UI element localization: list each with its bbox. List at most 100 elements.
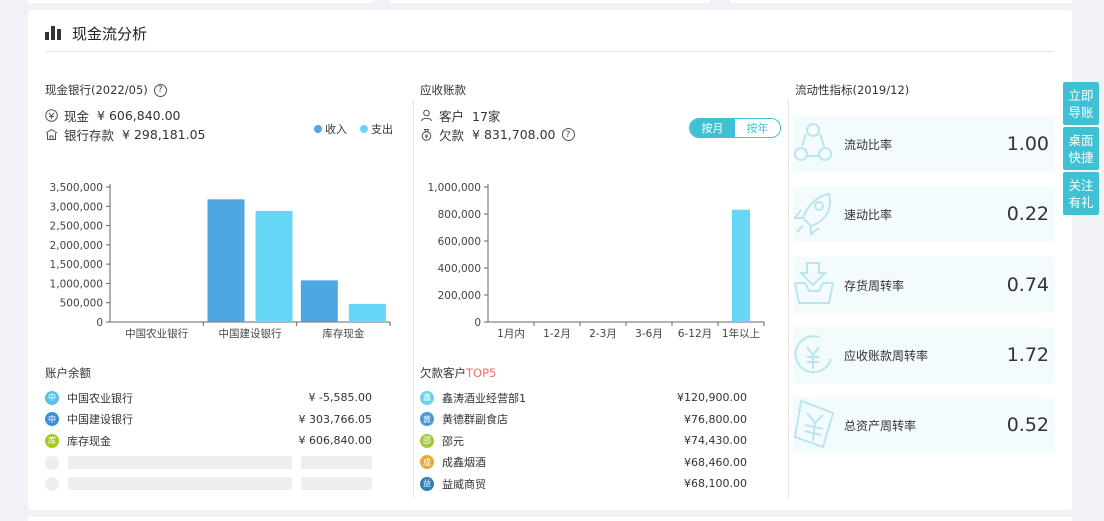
customer-row[interactable]: 黄 黄德群副食店 ¥76,800.00 <box>420 409 747 431</box>
cash-line: 现金 ¥ 606,840.00 <box>45 106 181 125</box>
bank-badge-icon: 中 <box>45 390 59 405</box>
customer-avatar-icon: 益 <box>420 476 434 491</box>
customer-avatar-icon: 黄 <box>420 412 434 427</box>
x-tick-label: 1月内 <box>497 327 525 340</box>
placeholder-bar <box>301 477 372 490</box>
column-divider <box>788 100 789 498</box>
customer-amount: ¥68,100.00 <box>684 477 747 491</box>
x-tick-label: 3-6月 <box>635 328 663 340</box>
ratio-value: 0.22 <box>1006 203 1049 225</box>
y-tick-label: 500,000 <box>60 298 103 310</box>
ratio-name: 流动比率 <box>844 137 893 152</box>
customer-amount: ¥74,430.00 <box>684 434 747 448</box>
liquidity-heading: 流动性指标(2019/12) <box>795 83 910 97</box>
bank-value: ¥ 298,181.05 <box>122 127 206 142</box>
bank-badge-icon: 中 <box>45 412 59 427</box>
customer-line: 客户 17家 <box>420 106 500 125</box>
ratio-card-quick[interactable]: 速动比率 0.22 <box>793 186 1055 242</box>
customer-avatar-icon: 邵 <box>420 433 434 448</box>
help-icon[interactable]: ? <box>561 128 575 141</box>
placeholder-dot <box>45 456 59 470</box>
legend-swatch <box>314 125 322 133</box>
y-tick-label: 200,000 <box>438 290 481 302</box>
period-toggle[interactable]: 按月 按年 <box>689 118 781 138</box>
bar-支出 <box>255 210 293 322</box>
x-tick-label: 6-12月 <box>678 328 712 340</box>
customer-row[interactable]: 成 成鑫烟酒 ¥68,460.00 <box>420 452 747 474</box>
y-tick-label: 0 <box>474 317 481 329</box>
bank-line: 银行存款 ¥ 298,181.05 <box>45 125 206 144</box>
account-amount: ¥ 606,840.00 <box>298 434 372 448</box>
customer-count: 17家 <box>472 109 501 124</box>
customer-amount: ¥120,900.00 <box>677 391 747 405</box>
legend-income[interactable]: 收入 <box>314 121 347 137</box>
top5-label: TOP5 <box>466 366 497 380</box>
customer-label: 客户 <box>439 109 465 124</box>
ratio-card-assets[interactable]: 总资产周转率 0.52 <box>793 397 1055 453</box>
account-row[interactable]: 库 库存现金 ¥ 606,840.00 <box>45 430 372 452</box>
customer-amount: ¥76,800.00 <box>684 412 747 426</box>
help-icon[interactable]: ? <box>153 83 167 97</box>
bar-chart-icon <box>45 26 63 40</box>
legend-expense[interactable]: 支出 <box>360 121 393 137</box>
ratio-value: 1.72 <box>1006 344 1049 366</box>
ratio-card-receivable[interactable]: 应收账款周转率 1.72 <box>793 327 1055 383</box>
customer-row[interactable]: 鑫 鑫涛酒业经营部1 ¥120,900.00 <box>420 387 747 409</box>
user-icon <box>420 109 433 122</box>
top-card-fragment <box>730 0 1072 3</box>
follow-gift-tab[interactable]: 关注有礼 <box>1063 172 1099 215</box>
toggle-yearly[interactable]: 按年 <box>735 119 780 137</box>
account-row[interactable]: 中 中国建设银行 ¥ 303,766.05 <box>45 409 372 431</box>
ratio-value: 0.74 <box>1006 274 1049 296</box>
customer-row[interactable]: 邵 邵元 ¥74,430.00 <box>420 430 747 452</box>
y-tick-label: 800,000 <box>438 209 481 221</box>
bank-icon <box>45 128 58 141</box>
toggle-monthly[interactable]: 按月 <box>690 119 735 137</box>
balance-heading: 账户余额 <box>45 366 91 380</box>
floating-side-tabs: 立即导账 桌面快捷 关注有礼 <box>1063 82 1099 217</box>
placeholder-dot <box>45 477 59 491</box>
ratio-name: 应收账款周转率 <box>844 348 929 363</box>
import-accounts-tab[interactable]: 立即导账 <box>1063 82 1099 125</box>
y-tick-label: 2,500,000 <box>50 221 103 233</box>
bar-支出 <box>348 303 386 322</box>
customer-avatar-icon: 成 <box>420 455 434 470</box>
top-customer-list: 鑫 鑫涛酒业经营部1 ¥120,900.00 黄 黄德群副食店 ¥76,800.… <box>420 387 747 495</box>
y-tick-label: 0 <box>96 317 103 329</box>
ratio-name: 总资产周转率 <box>844 418 917 433</box>
ratio-card-current[interactable]: 流动比率 1.00 <box>793 116 1055 172</box>
ratio-card-inventory[interactable]: 存货周转率 0.74 <box>793 257 1055 313</box>
legend-label: 支出 <box>371 123 393 136</box>
customer-name: 邵元 <box>442 434 464 448</box>
account-name: 中国建设银行 <box>67 413 133 427</box>
x-tick-label: 中国农业银行 <box>125 327 188 340</box>
ratio-value: 0.52 <box>1006 414 1049 436</box>
debt-value: ¥ 831,708.00 <box>472 127 556 142</box>
next-card-edge <box>28 517 1072 521</box>
cash-bank-heading: 现金银行(2022/05) ? <box>45 82 167 98</box>
y-tick-label: 3,000,000 <box>50 201 103 213</box>
bar-收入 <box>300 280 338 322</box>
bar-收入 <box>207 199 245 322</box>
column-divider <box>413 100 414 498</box>
yen-icon <box>793 399 835 449</box>
placeholder-bar <box>68 477 292 490</box>
ratio-name: 速动比率 <box>844 207 893 222</box>
legend-label: 收入 <box>325 123 347 136</box>
inventory-icon <box>794 262 834 304</box>
customer-name: 鑫涛酒业经营部1 <box>442 391 526 405</box>
customer-row[interactable]: 益 益威商贸 ¥68,100.00 <box>420 473 747 495</box>
y-tick-label: 2,000,000 <box>50 240 103 252</box>
customer-avatar-icon: 鑫 <box>420 390 434 405</box>
y-tick-label: 1,000,000 <box>428 182 481 194</box>
cash-value: ¥ 606,840.00 <box>97 108 181 123</box>
y-tick-label: 400,000 <box>438 263 481 275</box>
account-row[interactable]: 中 中国农业银行 ¥ -5,585.00 <box>45 387 372 409</box>
ratio-name: 存货周转率 <box>844 278 905 293</box>
account-list: 中 中国农业银行 ¥ -5,585.00 中 中国建设银行 ¥ 303,766.… <box>45 387 372 452</box>
receivable-bar-chart: 0 200,000 400,000 600,000 800,000 1,000,000 1月… <box>428 182 765 340</box>
receivable-icon <box>794 335 832 374</box>
desktop-shortcut-tab[interactable]: 桌面快捷 <box>1063 127 1099 170</box>
x-tick-label: 2-3月 <box>589 328 617 340</box>
x-tick-label: 库存现金 <box>322 327 364 340</box>
